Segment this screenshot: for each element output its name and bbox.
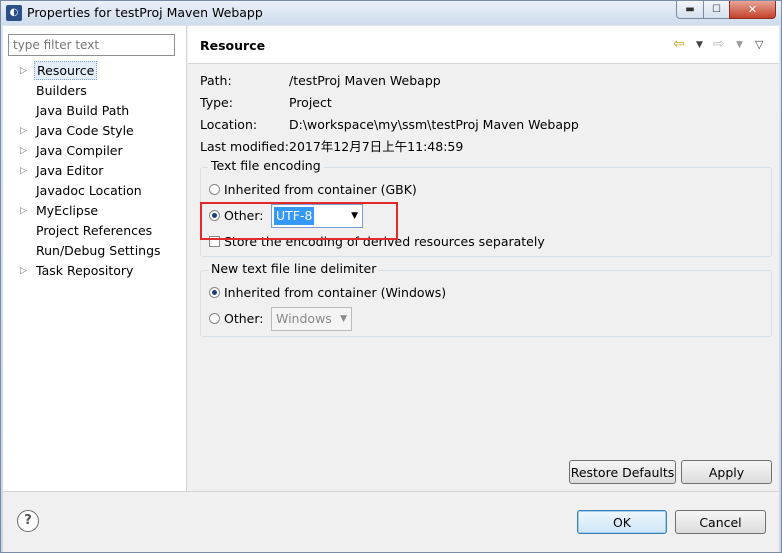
tree-item-label: MyEclipse: [36, 203, 99, 218]
ok-button[interactable]: OK: [577, 510, 667, 534]
tree-item-label: Builders: [36, 83, 87, 98]
location-label: Location:: [200, 117, 258, 132]
title-bar[interactable]: ◐ Properties for testProj Maven Webapp ▬…: [1, 1, 781, 25]
expand-arrow-icon[interactable]: ▷: [20, 201, 27, 221]
tree-item[interactable]: Run/Debug Settings: [3, 241, 187, 261]
minimize-icon: ▬: [685, 4, 695, 15]
tree-item[interactable]: ▷ Java Code Style: [3, 121, 187, 141]
properties-tree: ▷ Resource Builders Java Build Path ▷ Java Co…: [3, 61, 187, 281]
delimiter-other-option[interactable]: Other:: [209, 309, 263, 329]
close-icon: ✕: [747, 3, 758, 16]
tree-item-label: Project References: [36, 223, 153, 238]
window-title: Properties for testProj Maven Webapp: [27, 5, 263, 20]
delimiter-other-label: Other:: [224, 311, 264, 326]
highlight-annotation: [200, 202, 398, 240]
eclipse-app-icon: ◐: [6, 5, 22, 21]
properties-window: ◐ Properties for testProj Maven Webapp ▬…: [0, 0, 782, 553]
delimiter-group-title: New text file line delimiter: [208, 261, 380, 276]
tree-item-label: Resource: [34, 61, 98, 80]
page-title: Resource: [200, 38, 266, 53]
expand-arrow-icon[interactable]: ▷: [20, 121, 27, 141]
expand-arrow-icon[interactable]: ▷: [20, 141, 27, 161]
encoding-inherited-option[interactable]: Inherited from container (GBK): [209, 180, 417, 200]
path-label: Path:: [200, 73, 232, 88]
filter-input[interactable]: [8, 34, 175, 56]
help-icon[interactable]: ?: [17, 510, 39, 532]
minimize-button[interactable]: ▬: [676, 1, 704, 19]
back-arrow-icon[interactable]: ⇦: [673, 36, 685, 52]
expand-arrow-icon[interactable]: ▷: [20, 261, 27, 281]
tree-item[interactable]: Java Build Path: [3, 101, 187, 121]
expand-arrow-icon[interactable]: ▷: [20, 61, 27, 81]
path-value: /testProj Maven Webapp: [289, 73, 441, 88]
tree-item[interactable]: ▷ Task Repository: [3, 261, 187, 281]
close-button[interactable]: ✕: [729, 1, 776, 19]
line-delimiter-group: New text file line delimiter Inherited f…: [200, 261, 772, 337]
chevron-down-icon: ▼: [340, 314, 347, 324]
maximize-icon: ☐: [712, 4, 721, 15]
encoding-inherited-label: Inherited from container (GBK): [224, 182, 417, 197]
tree-item[interactable]: Builders: [3, 81, 187, 101]
tree-item[interactable]: Project References: [3, 221, 187, 241]
page-header: Resource ⇦ ▼ ⇨ ▼ ▽: [188, 26, 779, 64]
location-value: D:\workspace\my\ssm\testProj Maven Webap…: [289, 117, 579, 132]
view-menu-icon[interactable]: ▽: [755, 38, 763, 51]
back-menu-chevron-icon[interactable]: ▼: [696, 40, 703, 50]
modified-value: 2017年12月7日上午11:48:59: [289, 139, 464, 154]
modified-label: Last modified:: [200, 139, 289, 154]
tree-item[interactable]: ▷ Resource: [3, 61, 187, 81]
delimiter-select[interactable]: Windows ▼: [271, 307, 352, 331]
delimiter-other-radio[interactable]: [209, 313, 220, 324]
tree-item-label: Java Compiler: [36, 143, 123, 158]
encoding-group-title: Text file encoding: [208, 158, 324, 173]
tree-item-label: Task Repository: [36, 263, 134, 278]
forward-menu-chevron-icon[interactable]: ▼: [736, 40, 743, 50]
forward-arrow-icon[interactable]: ⇨: [713, 36, 725, 52]
restore-defaults-button[interactable]: Restore Defaults: [569, 460, 676, 484]
tree-item[interactable]: Javadoc Location: [3, 181, 187, 201]
delimiter-inherited-radio[interactable]: [209, 287, 220, 298]
delimiter-inherited-label: Inherited from container (Windows): [224, 285, 447, 300]
navigation-pane: ▷ Resource Builders Java Build Path ▷ Java Co…: [3, 26, 187, 491]
delimiter-select-value: Windows: [276, 311, 332, 326]
content-pane: Resource ⇦ ▼ ⇨ ▼ ▽ Path: /testProj Maven…: [188, 26, 779, 491]
delimiter-inherited-option[interactable]: Inherited from container (Windows): [209, 283, 446, 303]
dialog-body: ▷ Resource Builders Java Build Path ▷ Java Co…: [3, 26, 779, 552]
tree-item[interactable]: ▷ MyEclipse: [3, 201, 187, 221]
type-label: Type:: [200, 95, 233, 110]
expand-arrow-icon[interactable]: ▷: [20, 161, 27, 181]
tree-item-label: Java Editor: [36, 163, 104, 178]
encoding-inherited-radio[interactable]: [209, 184, 220, 195]
maximize-button[interactable]: ☐: [703, 1, 730, 19]
tree-item[interactable]: ▷ Java Editor: [3, 161, 187, 181]
footer-separator: [3, 491, 779, 492]
type-value: Project: [289, 95, 332, 110]
tree-item-label: Java Code Style: [36, 123, 134, 138]
tree-item[interactable]: ▷ Java Compiler: [3, 141, 187, 161]
apply-button[interactable]: Apply: [681, 460, 772, 484]
cancel-button[interactable]: Cancel: [675, 510, 766, 534]
tree-item-label: Run/Debug Settings: [36, 243, 161, 258]
tree-item-label: Javadoc Location: [36, 183, 142, 198]
tree-item-label: Java Build Path: [36, 103, 130, 118]
